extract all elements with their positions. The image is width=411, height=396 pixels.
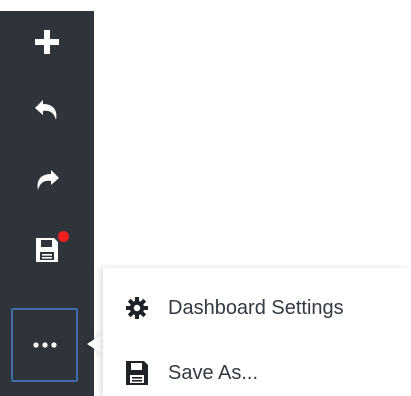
more-icon <box>32 342 57 348</box>
menu-item-save-as[interactable]: Save As... <box>123 355 258 391</box>
gear-icon <box>123 294 151 322</box>
undo-button[interactable] <box>15 81 79 139</box>
flyout-pointer <box>87 333 104 355</box>
redo-button[interactable] <box>15 151 79 209</box>
save-icon <box>123 359 151 387</box>
redo-icon <box>37 170 59 190</box>
undo-icon <box>35 100 57 120</box>
menu-item-label: Dashboard Settings <box>168 296 344 319</box>
dashboard-editor: Dashboard Settings Save As... <box>0 0 411 396</box>
plus-icon <box>35 30 59 54</box>
add-button[interactable] <box>15 13 79 71</box>
menu-item-dashboard-settings[interactable]: Dashboard Settings <box>123 290 344 326</box>
unsaved-changes-badge <box>58 231 69 242</box>
save-icon <box>36 238 58 262</box>
menu-item-label: Save As... <box>168 361 259 384</box>
save-button[interactable] <box>15 221 79 279</box>
edit-toolbar <box>0 11 94 396</box>
more-options-menu: Dashboard Settings Save As... <box>103 268 411 396</box>
more-options-button[interactable] <box>11 308 78 382</box>
